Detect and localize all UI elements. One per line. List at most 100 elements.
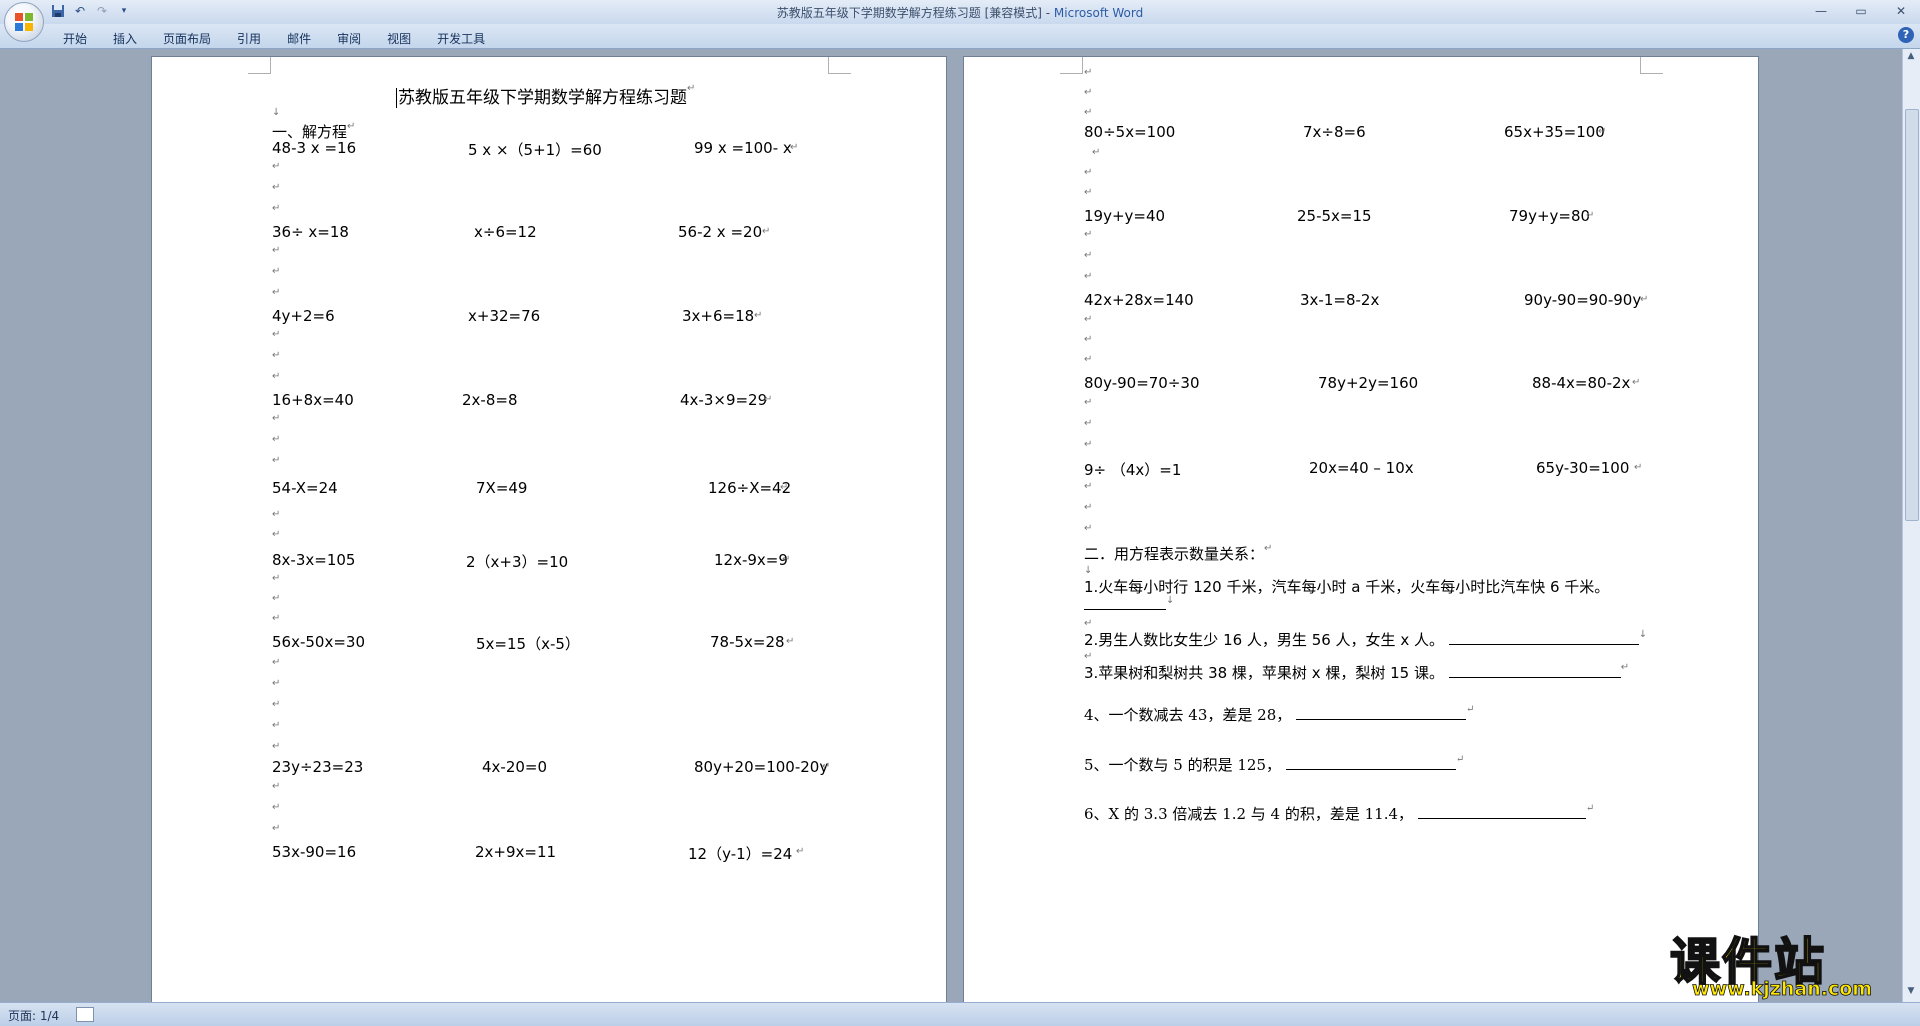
scrollbar-thumb[interactable] [1905,109,1919,521]
question-6: 6、X 的 3.3 倍减去 1.2 与 4 的积，差是 11.4， ↵ [1084,803,1595,823]
answer-line-3[interactable] [1448,663,1621,678]
equation: 90y-90=90-90y [1524,291,1642,309]
paragraph-mark: ↵ [272,529,281,540]
tab-page-layout[interactable]: 页面布局 [150,28,224,49]
paragraph-mark: ↵ [1640,294,1649,305]
paragraph-mark: ↵ [1634,462,1643,473]
equation: 53x-90=16 [272,843,357,861]
paragraph-mark: ↵ [1092,147,1101,158]
equation: 56x-50x=30 [272,633,365,651]
paragraph-mark: ↵ [272,203,281,214]
section-heading-2-text: 二．用方程表示数量关系： [1084,545,1265,563]
paragraph-mark: ↵ [780,482,789,493]
paragraph-mark: ↵ [1586,210,1595,221]
paragraph-mark: ↵ [1084,439,1093,450]
equation: 80÷5x=100 [1084,123,1176,141]
tab-home[interactable]: 开始 [50,28,100,49]
office-button[interactable] [4,2,44,42]
office-logo-icon [15,13,33,31]
equation: 2x+9x=11 [475,843,557,861]
help-icon[interactable]: ? [1898,27,1914,43]
paragraph-mark: ↵ [1084,250,1093,261]
paragraph-mark: ↵ [272,329,281,340]
question-5-text: 5、一个数与 5 的积是 125， [1084,756,1282,774]
section-heading-2: 二．用方程表示数量关系： ↵ [1084,543,1273,563]
equation: 2x-8=8 [462,391,518,409]
paragraph-mark: ↵ [790,142,799,153]
answer-line-1[interactable]: ↓ [1084,595,1174,614]
question-4-text: 4、一个数减去 43，差是 28， [1084,706,1292,724]
tab-mailings[interactable]: 邮件 [274,28,324,49]
paragraph-mark: ↵ [786,636,795,647]
paragraph-mark: ↵ [272,434,281,445]
tab-insert[interactable]: 插入 [100,28,150,49]
answer-line-2[interactable] [1448,630,1639,645]
equation: 48-3 x =16 [272,139,357,157]
tab-review[interactable]: 审阅 [324,28,374,49]
question-4: 4、一个数减去 43，差是 28， ↵ [1084,704,1475,724]
equation: 78-5x=28 [710,633,785,651]
paragraph-mark: ↵ [272,371,281,382]
answer-line-5[interactable] [1285,755,1456,770]
document-page-2[interactable]: ↵ ↵ ↵ 80÷5x=100 7x÷8=6 65x+35=100 ↵ ↵ ↵ … [963,56,1759,1002]
paragraph-mark: ↵ [1084,334,1093,345]
paragraph-mark: ↵ [272,720,281,731]
equation: 80y+20=100-20y [694,758,829,776]
equation: 12x-9x=9 [714,551,788,569]
maximize-icon[interactable]: ▭ [1848,2,1874,20]
paragraph-mark: ↵ [1084,618,1093,629]
paragraph-mark: ↵ [272,678,281,689]
paragraph-mark: ↵ [754,310,763,321]
equation: 4y+2=6 [272,307,335,325]
paragraph-mark: ↵ [764,394,773,405]
equation: 65x+35=100 [1504,123,1605,141]
document-area[interactable]: 苏教版五年级下学期数学解方程练习题 ↵ ↓ 一、解方程 ↵ 48-3 x =16 5… [0,49,1903,1002]
close-icon[interactable]: ✕ [1888,2,1914,20]
paragraph-mark: ↵ [1084,418,1093,429]
paragraph-mark: ↵ [1084,481,1093,492]
question-1: 1.火车每小时行 120 千米，汽车每小时 a 千米，火车每小时比汽车快 6 千… [1084,576,1609,597]
paragraph-mark: ↵ [1084,502,1093,513]
status-bar: 页面: 1/4 [0,1002,1920,1026]
paragraph-mark: ↵ [272,182,281,193]
paragraph-mark: ↵ [1084,107,1093,118]
paragraph-mark: ↵ [272,613,281,624]
paragraph-mark: ↵ [272,741,281,752]
equation: 88-4x=80-2x [1532,374,1631,392]
tab-developer[interactable]: 开发工具 [424,28,498,49]
equation: 79y+y=80 [1509,207,1591,225]
equation: 56-2 x =20 [678,223,763,241]
document-page-1[interactable]: 苏教版五年级下学期数学解方程练习题 ↵ ↓ 一、解方程 ↵ 48-3 x =16 5… [151,56,947,1002]
document-title-text: 苏教版五年级下学期数学解方程练习题 [396,88,687,108]
tab-references[interactable]: 引用 [224,28,274,49]
equation: 7x÷8=6 [1303,123,1366,141]
equation: 25-5x=15 [1297,207,1372,225]
paragraph-mark: ↵ [762,226,771,237]
margin-corner-mark [828,57,851,74]
answer-line-4[interactable] [1296,705,1467,720]
tab-view[interactable]: 视图 [374,28,424,49]
scroll-up-icon[interactable]: ▲ [1905,51,1917,63]
paragraph-mark: ↵ [1084,67,1093,78]
paragraph-mark: ↵ [1632,377,1641,388]
paragraph-mark: ↵ [272,573,281,584]
page-indicator[interactable]: 页面: 1/4 [8,1007,59,1024]
minimize-icon[interactable]: — [1808,2,1834,20]
paragraph-mark: ↵ [272,509,281,520]
question-3-text: 3.苹果树和梨树共 38 棵，苹果树 x 棵，梨树 15 课。 [1084,664,1444,682]
question-2: 2.男生人数比女生少 16 人，男生 56 人，女生 x 人。 ↓ [1084,629,1648,649]
equation: 5 x ×（5+1）=60 [468,141,602,159]
equation: x÷6=12 [474,223,537,241]
paragraph-mark: ↵ [1084,651,1093,662]
equation: 99 x =100- x [694,139,792,157]
paragraph-mark: ↵ [272,699,281,710]
margin-corner-mark [1060,57,1083,74]
answer-line-6[interactable] [1417,804,1586,819]
vertical-scrollbar[interactable]: ▲ ▼ [1902,49,1920,1002]
watermark: 课件站 www.kjzhan.com [1662,922,1908,1004]
equation: x+32=76 [468,307,541,325]
paragraph-mark: ↵ [1084,523,1093,534]
proofing-status-icon[interactable] [76,1007,94,1022]
equation: 65y-30=100 [1536,459,1630,477]
equation: 54-X=24 [272,479,338,497]
